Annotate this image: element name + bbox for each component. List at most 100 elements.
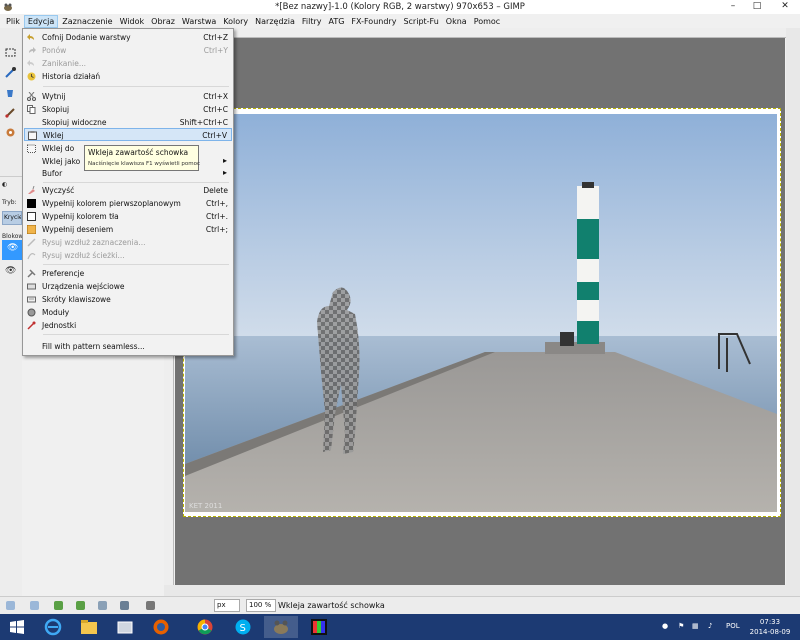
- visibility-eye-icon[interactable]: 👁: [7, 243, 18, 253]
- menu-fx-foundry[interactable]: FX-Foundry: [348, 15, 399, 28]
- app-button[interactable]: [108, 616, 142, 638]
- clear-icon: [28, 186, 35, 194]
- color-picker-tool-icon[interactable]: [4, 66, 17, 79]
- maximize-button[interactable]: □: [746, 0, 768, 14]
- new-group-icon[interactable]: [30, 601, 39, 610]
- taskbar: S ● ⚑ ▦ ♪ POL 07:33 2014-08-09: [0, 614, 800, 640]
- chrome-button[interactable]: [188, 616, 222, 638]
- menu-item-input-devices[interactable]: Urządzenia wejściowe: [24, 280, 232, 293]
- image-canvas[interactable]: KET 2011: [185, 114, 777, 512]
- file-explorer-button[interactable]: [72, 616, 106, 638]
- clock-date: 2014-08-09: [749, 628, 791, 636]
- paste-icon: [28, 131, 37, 140]
- menu-item-stroke-path[interactable]: Rysuj wzdłuż ścieżki...: [24, 249, 232, 262]
- menu-plik[interactable]: Plik: [3, 15, 23, 28]
- menu-script-fu[interactable]: Script-Fu: [400, 15, 441, 28]
- menu-item-keyboard-shortcuts[interactable]: Skróty klawiszowe: [24, 293, 232, 306]
- delete-layer-icon[interactable]: [146, 601, 155, 610]
- menu-item-cut[interactable]: Wytnij Ctrl+X: [24, 90, 232, 103]
- menu-edycja[interactable]: Edycja: [23, 14, 59, 28]
- new-layer-icon[interactable]: [6, 601, 15, 610]
- color-palette-icon: [311, 619, 327, 635]
- menu-separator: [43, 86, 229, 87]
- chrome-icon: [197, 619, 213, 635]
- layer-row-selected[interactable]: 👁: [2, 240, 22, 260]
- menu-item-paste[interactable]: Wklej Ctrl+V: [24, 128, 232, 141]
- close-button[interactable]: ✕: [770, 0, 800, 14]
- menu-kolory[interactable]: Kolory: [220, 15, 251, 28]
- menu-pomoc[interactable]: Pomoc: [471, 15, 504, 28]
- taskbar-clock[interactable]: 07:33 2014-08-09: [748, 617, 792, 637]
- firefox-button[interactable]: [144, 616, 178, 638]
- history-icon: [27, 72, 36, 81]
- color-app-button[interactable]: [302, 616, 336, 638]
- menu-zaznaczenie[interactable]: Zaznaczenie: [59, 15, 115, 28]
- clone-tool-icon[interactable]: [4, 126, 17, 139]
- gimp-taskbar-button[interactable]: [264, 616, 298, 638]
- menu-item-stroke-selection[interactable]: Rysuj wzdłuż zaznaczenia...: [24, 236, 232, 249]
- cut-icon: [27, 92, 36, 101]
- bucket-fill-tool-icon[interactable]: [4, 86, 17, 99]
- unit-select[interactable]: px: [214, 599, 240, 612]
- dock-tab-icon[interactable]: ◐: [2, 181, 7, 188]
- units-icon: [27, 321, 36, 330]
- raise-layer-icon[interactable]: [54, 601, 63, 610]
- paintbrush-tool-icon[interactable]: [4, 106, 17, 119]
- zoom-select[interactable]: 100 %: [246, 599, 276, 612]
- menu-item-history[interactable]: Historia działań: [24, 70, 232, 83]
- network-icon[interactable]: ▦: [692, 622, 699, 630]
- notification-icon[interactable]: ●: [662, 622, 668, 630]
- menu-obraz[interactable]: Obraz: [148, 15, 178, 28]
- opacity-field[interactable]: Krycie: [2, 211, 22, 225]
- visibility-eye-icon[interactable]: 👁: [5, 266, 16, 276]
- menu-item-fill-bg[interactable]: Wypełnij kolorem tła Ctrl+.: [24, 210, 232, 223]
- lower-layer-icon[interactable]: [76, 601, 85, 610]
- menu-item-fill-fg[interactable]: Wypełnij kolorem pierwszoplanowym Ctrl+,: [24, 197, 232, 210]
- menu-item-modules[interactable]: Moduły: [24, 306, 232, 319]
- minimize-button[interactable]: –: [722, 0, 744, 14]
- store-icon: [117, 621, 133, 634]
- menu-separator: [43, 264, 229, 265]
- menu-narzedzia[interactable]: Narzędzia: [252, 15, 298, 28]
- menu-item-units[interactable]: Jednostki: [24, 319, 232, 332]
- menu-filtry[interactable]: Filtry: [299, 15, 325, 28]
- menu-warstwa[interactable]: Warstwa: [179, 15, 219, 28]
- svg-text:S: S: [240, 623, 246, 634]
- menu-okna[interactable]: Okna: [443, 15, 470, 28]
- anchor-layer-icon[interactable]: [120, 601, 129, 610]
- paste-into-icon: [27, 144, 36, 153]
- menu-atg[interactable]: ATG: [325, 15, 347, 28]
- modules-icon: [27, 308, 36, 317]
- title-bar: *[Bez nazwy]-1.0 (Kolory RGB, 2 warstwy)…: [0, 0, 800, 14]
- menu-item-clear[interactable]: Wyczyść Delete: [24, 184, 232, 197]
- menu-separator: [43, 334, 229, 335]
- duplicate-layer-icon[interactable]: [98, 601, 107, 610]
- image-watermark: KET 2011: [189, 502, 222, 510]
- tray-flag-icon[interactable]: ⚑: [678, 622, 684, 630]
- menu-item-fill-pattern-seamless[interactable]: Fill with pattern seamless...: [24, 340, 232, 353]
- internet-explorer-button[interactable]: [36, 616, 70, 638]
- horizontal-scrollbar[interactable]: [164, 585, 786, 596]
- skype-button[interactable]: S: [226, 616, 260, 638]
- menu-item-undo[interactable]: Cofnij Dodanie warstwy Ctrl+Z: [24, 31, 232, 44]
- clock-time: 07:33: [759, 618, 781, 626]
- firefox-icon: [153, 619, 169, 635]
- menu-item-preferences[interactable]: Preferencje: [24, 267, 232, 280]
- stroke-path-icon: [27, 253, 36, 260]
- rect-select-tool-icon[interactable]: [4, 46, 17, 59]
- language-indicator[interactable]: POL: [726, 622, 740, 630]
- menu-item-copy[interactable]: Skopiuj Ctrl+C: [24, 103, 232, 116]
- gimp-icon: [274, 620, 288, 634]
- windows-logo-icon: [10, 620, 24, 634]
- menu-widok[interactable]: Widok: [117, 15, 148, 28]
- vertical-scrollbar[interactable]: [786, 28, 800, 596]
- status-message: Wkleja zawartość schowka: [278, 601, 385, 610]
- windows-start-button[interactable]: [0, 616, 34, 638]
- input-devices-icon: [27, 283, 36, 290]
- window-title: *[Bez nazwy]-1.0 (Kolory RGB, 2 warstwy)…: [275, 2, 525, 12]
- volume-icon[interactable]: ♪: [708, 622, 712, 630]
- preferences-icon: [27, 269, 36, 278]
- menu-item-fade[interactable]: Zanikanie...: [24, 57, 232, 70]
- menu-item-fill-pattern[interactable]: Wypełnij deseniem Ctrl+;: [24, 223, 232, 236]
- menu-item-redo[interactable]: Ponów Ctrl+Y: [24, 44, 232, 57]
